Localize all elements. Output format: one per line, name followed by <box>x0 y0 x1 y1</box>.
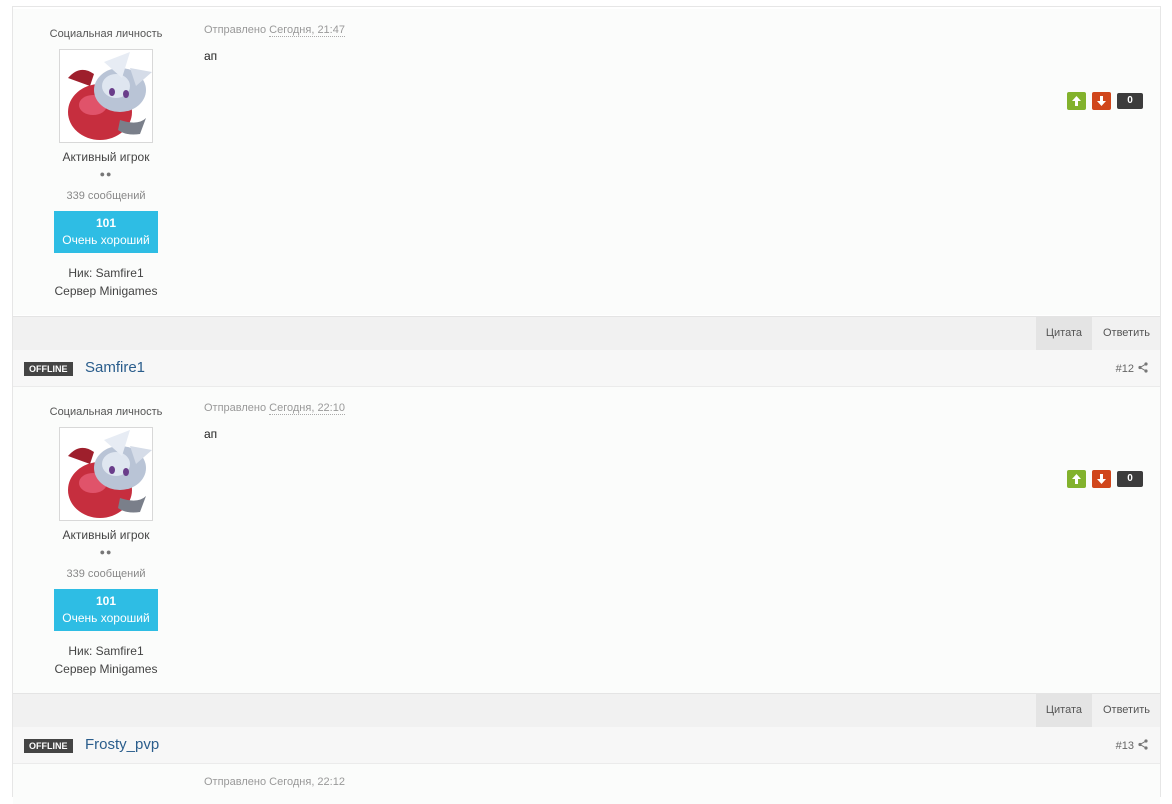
avatar[interactable] <box>59 49 153 143</box>
author-name-link[interactable]: Samfire1 <box>85 359 145 376</box>
author-name-link[interactable]: Frosty_pvp <box>85 736 159 753</box>
vote-count: 0 <box>1117 471 1143 487</box>
author-nick: Ник: Samfire1 <box>68 644 144 658</box>
post-meta-prefix: Отправлено <box>204 24 267 36</box>
post: Социальная личность Активный игрок ●● 33 <box>13 9 1160 315</box>
post-content: ап <box>204 49 218 63</box>
post-meta-prefix: Отправлено <box>204 402 267 414</box>
author-bar: OFFLINE Samfire1 #12 <box>13 350 1160 387</box>
post-controls: Цитата Ответить <box>13 693 1160 728</box>
post-count: 339 сообщений <box>66 190 146 202</box>
post-date[interactable]: Сегодня, 21:47 <box>269 24 345 37</box>
vote-down-button[interactable] <box>1092 92 1111 110</box>
reply-button[interactable]: Ответить <box>1093 694 1160 727</box>
post-number-link[interactable]: #13 <box>1116 739 1148 752</box>
quote-button[interactable]: Цитата <box>1035 317 1092 350</box>
post-number: #13 <box>1115 740 1134 752</box>
post: Отправлено Сегодня, 22:12 <box>13 764 1160 804</box>
author-server: Сервер Minigames <box>54 662 158 676</box>
reputation-label: Очень хороший <box>62 233 150 247</box>
arrow-up-icon <box>1072 474 1081 484</box>
status-badge: OFFLINE <box>24 362 73 376</box>
member-rank: Активный игрок <box>62 528 150 542</box>
post-date[interactable]: Сегодня, 22:10 <box>269 402 345 415</box>
author-title: Социальная личность <box>49 406 163 418</box>
post-content: ап <box>204 427 218 441</box>
arrow-up-icon <box>1072 96 1081 106</box>
reputation-badge: 101 Очень хороший <box>54 211 158 253</box>
reputation-value: 101 <box>95 216 117 230</box>
post-meta: Отправлено Сегодня, 22:10 <box>204 402 345 415</box>
author-server: Сервер Minigames <box>54 284 158 298</box>
avatar[interactable] <box>59 427 153 521</box>
member-rank: Активный игрок <box>62 150 150 164</box>
arrow-down-icon <box>1097 96 1106 106</box>
vote-up-button[interactable] <box>1067 92 1086 110</box>
post-count: 339 сообщений <box>66 568 146 580</box>
post-meta: Отправлено Сегодня, 21:47 <box>204 24 345 37</box>
post-number-link[interactable]: #12 <box>1116 362 1148 375</box>
vote-count: 0 <box>1117 93 1143 109</box>
vote-controls: 0 <box>1061 470 1143 488</box>
author-title: Социальная личность <box>49 28 163 40</box>
quote-button[interactable]: Цитата <box>1035 694 1092 727</box>
post-controls: Цитата Ответить <box>13 316 1160 351</box>
vote-down-button[interactable] <box>1092 470 1111 488</box>
rank-pips: ●● <box>99 169 113 179</box>
reply-button[interactable]: Ответить <box>1093 317 1160 350</box>
arrow-down-icon <box>1097 474 1106 484</box>
rank-pips: ●● <box>99 547 113 557</box>
author-nick: Ник: Samfire1 <box>68 266 144 280</box>
post-meta: Отправлено Сегодня, 22:12 <box>204 776 345 788</box>
vote-up-button[interactable] <box>1067 470 1086 488</box>
post: Социальная личность Активный игрок ●● 33 <box>13 387 1160 693</box>
author-bar: OFFLINE Frosty_pvp #13 <box>13 727 1160 764</box>
reputation-label: Очень хороший <box>62 611 150 625</box>
post-list: Социальная личность Активный игрок ●● 33 <box>12 6 1161 804</box>
vote-controls: 0 <box>1061 92 1143 110</box>
reputation-value: 101 <box>95 594 117 608</box>
post-number: #12 <box>1115 363 1134 375</box>
status-badge: OFFLINE <box>24 739 73 753</box>
reputation-badge: 101 Очень хороший <box>54 589 158 631</box>
share-icon <box>1138 362 1148 373</box>
share-icon <box>1138 739 1148 750</box>
